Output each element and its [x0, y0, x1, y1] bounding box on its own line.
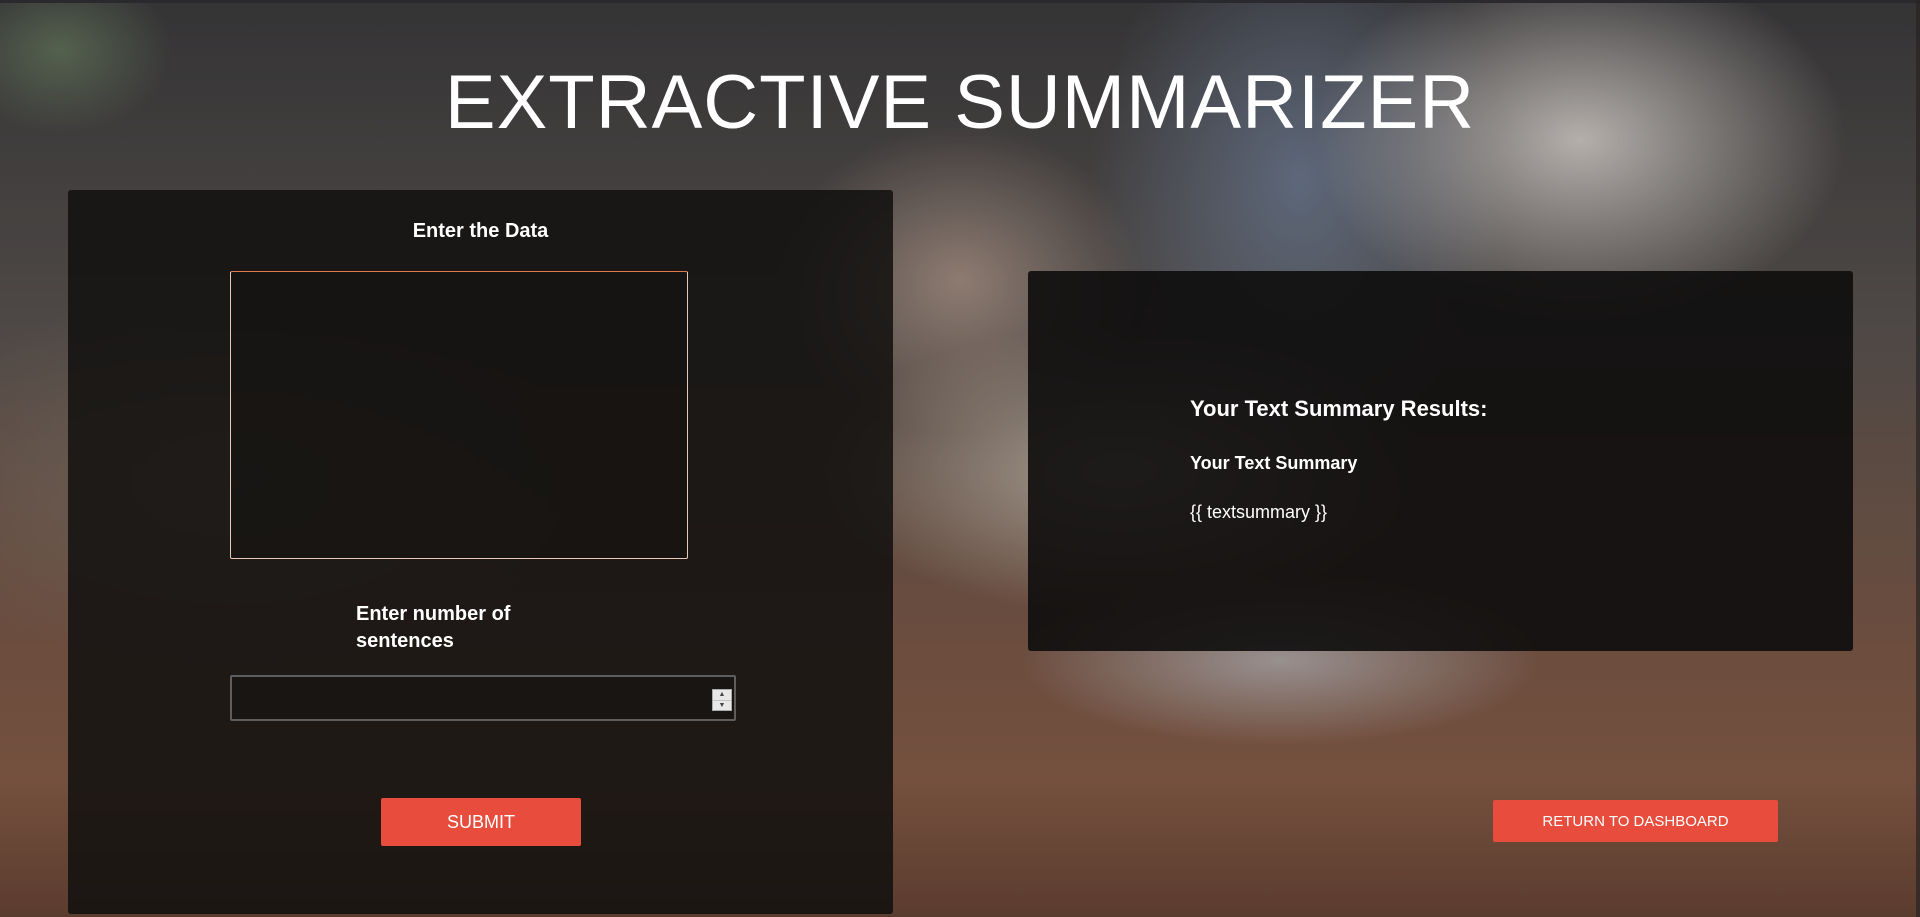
top-border	[0, 0, 1920, 3]
spinner-down-icon[interactable]: ▼	[713, 699, 731, 711]
data-label: Enter the Data	[412, 220, 549, 242]
page-title: EXTRACTIVE SUMMARIZER	[444, 60, 1476, 145]
number-spinner[interactable]: ▲ ▼	[712, 689, 732, 711]
sentences-field: ▲ ▼	[230, 675, 736, 721]
results-heading: Your Text Summary Results:	[1190, 396, 1488, 421]
sentences-input[interactable]	[232, 677, 702, 719]
summary-text: {{ textsummary }}	[1190, 502, 1328, 522]
sentences-label: Enter number of sentences	[356, 603, 511, 652]
input-form-panel: Enter the Data Enter number of sentences…	[68, 190, 893, 914]
results-subheading: Your Text Summary	[1190, 453, 1358, 473]
data-textarea[interactable]	[230, 271, 688, 559]
results-panel: Your Text Summary Results: Your Text Sum…	[1028, 271, 1853, 651]
return-to-dashboard-button[interactable]: RETURN TO DASHBOARD	[1493, 800, 1778, 842]
spinner-up-icon[interactable]: ▲	[713, 690, 731, 700]
submit-button[interactable]: SUBMIT	[381, 798, 581, 846]
